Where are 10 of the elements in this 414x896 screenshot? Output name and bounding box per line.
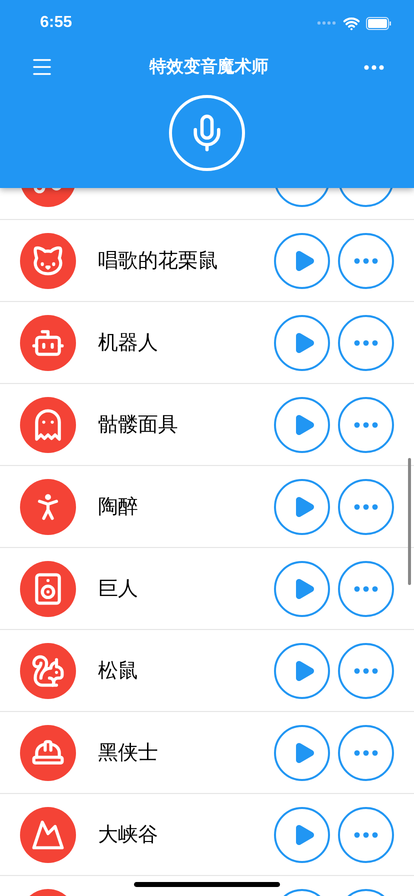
- app-title: 特效变音魔术师: [150, 56, 268, 78]
- effect-name: 巨人: [98, 578, 138, 600]
- effect-name: 陶醉: [98, 496, 138, 518]
- effect-name: 骷髅面具: [98, 414, 178, 436]
- effect-name: 松鼠: [98, 660, 138, 682]
- effect-name: 唱歌的花栗鼠: [98, 250, 218, 272]
- status-time: 6:55: [40, 13, 72, 33]
- effect-name: 大峡谷: [98, 824, 158, 846]
- effect-name: 机器人: [98, 332, 158, 354]
- effect-name: 黑侠士: [98, 742, 158, 764]
